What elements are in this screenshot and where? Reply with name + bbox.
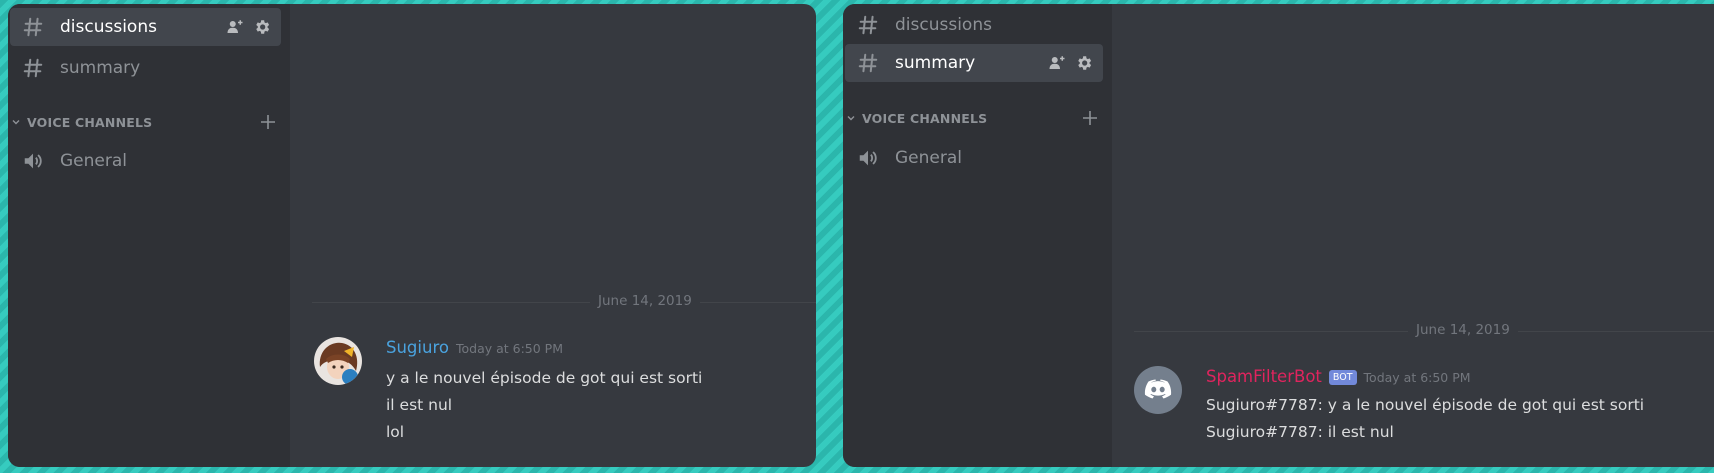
speaker-icon [22,150,44,172]
plus-icon[interactable] [259,113,277,131]
category-label: VOICE CHANNELS [862,110,988,126]
message-line: y a le nouvel épisode de got qui est sor… [386,369,703,387]
message-author[interactable]: Sugiuro [386,338,449,357]
gear-icon[interactable] [1075,54,1093,72]
bot-badge: BOT [1328,370,1357,385]
channel-discussions[interactable]: discussions [845,6,1103,44]
hash-icon [857,52,879,74]
chat-area: June 14, 2019 SpamFilterBot BOT Today at… [1112,4,1714,467]
channel-label: discussions [895,15,992,35]
voice-channel-general[interactable]: General [10,142,281,180]
chat-area: June 14, 2019 Sugiuro Today at 6:50 PM y… [290,4,816,467]
date-divider: June 14, 2019 [590,293,700,309]
channel-label: General [60,151,127,171]
message-timestamp: Today at 6:50 PM [1363,370,1471,385]
speaker-icon [857,147,879,169]
message-header: Sugiuro Today at 6:50 PM [386,338,563,357]
date-divider-line [312,302,816,303]
hash-icon [857,14,879,36]
message-header: SpamFilterBot BOT Today at 6:50 PM [1206,367,1471,387]
message-timestamp: Today at 6:50 PM [455,341,563,356]
chevron-down-icon [846,113,856,123]
channel-label: discussions [60,17,157,37]
channel-summary[interactable]: summary [845,44,1103,82]
chevron-down-icon [11,117,21,127]
add-member-icon[interactable] [226,18,244,36]
channel-label: General [895,148,962,168]
message-author[interactable]: SpamFilterBot [1206,367,1322,386]
discord-window-after: discussions summary VOICE CHANNELS Gener… [843,4,1714,467]
gear-icon[interactable] [253,18,271,36]
discord-logo-icon[interactable] [1134,366,1182,414]
channel-label: summary [60,58,141,78]
voice-channel-general[interactable]: General [845,139,1103,177]
channel-discussions[interactable]: discussions [10,8,281,46]
add-member-icon[interactable] [1048,54,1066,72]
hash-icon [22,57,44,79]
channel-sidebar: discussions summary VOICE CHANNELS Gener… [8,4,290,467]
message-line: Sugiuro#7787: y a le nouvel épisode de g… [1206,396,1645,414]
plus-icon[interactable] [1081,109,1099,127]
channel-sidebar: discussions summary VOICE CHANNELS Gener… [843,4,1112,467]
channel-summary[interactable]: summary [10,49,281,87]
message-line: Sugiuro#7787: il est nul [1206,423,1394,441]
voice-category[interactable]: VOICE CHANNELS [8,110,281,134]
message-line: il est nul [386,396,453,414]
date-divider: June 14, 2019 [1408,322,1518,338]
message-line: lol [386,423,405,441]
hash-icon [22,16,44,38]
category-label: VOICE CHANNELS [27,114,153,130]
voice-category[interactable]: VOICE CHANNELS [843,106,1103,130]
discord-window-before: discussions summary VOICE CHANNELS Gener… [8,4,816,467]
channel-label: summary [895,53,976,73]
user-avatar[interactable] [314,337,362,385]
